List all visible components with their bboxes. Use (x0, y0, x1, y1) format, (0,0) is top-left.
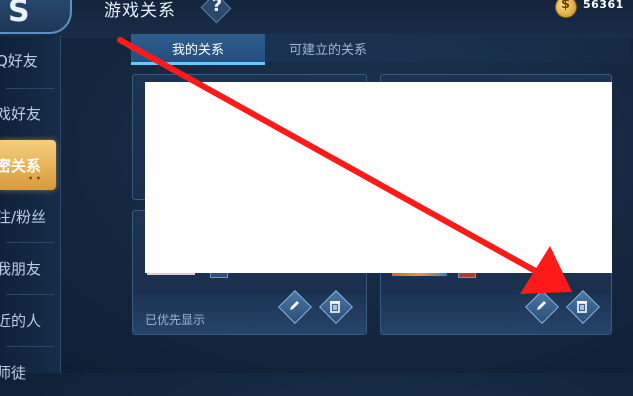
arrow-shaft (117, 37, 551, 281)
annotation-arrow (117, 37, 572, 294)
